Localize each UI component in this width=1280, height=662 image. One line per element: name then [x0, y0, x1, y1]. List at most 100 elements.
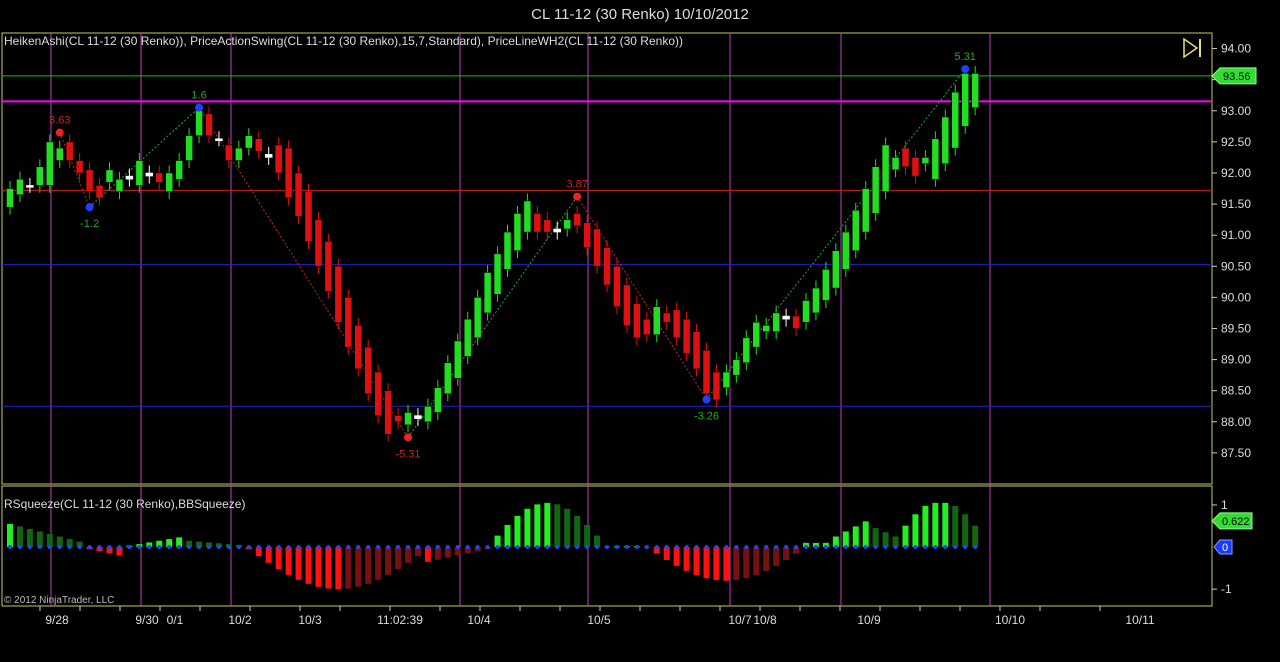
squeeze-dot: [475, 545, 480, 550]
squeeze-dot: [77, 545, 82, 550]
squeeze-bar: [922, 505, 929, 548]
candle-body: [931, 138, 940, 180]
squeeze-dot: [246, 545, 251, 550]
squeeze-bar: [265, 547, 272, 563]
squeeze-dot: [87, 545, 92, 550]
x-tick-label: 10/4: [467, 613, 491, 627]
squeeze-dot: [107, 545, 112, 550]
squeeze-bar: [842, 531, 849, 548]
candle-body: [364, 346, 372, 395]
squeeze-bar: [912, 514, 919, 548]
candle-body: [105, 169, 114, 183]
candle-body: [434, 387, 442, 413]
x-tick-label: 10/3: [298, 613, 322, 627]
candle-body: [503, 231, 512, 270]
squeeze-dot: [644, 545, 649, 550]
skip-to-end-icon[interactable]: [1183, 37, 1201, 59]
squeeze-dot: [654, 545, 659, 550]
candle-body: [334, 266, 343, 323]
squeeze-dot: [396, 545, 401, 550]
squeeze-bar: [335, 547, 342, 590]
squeeze-dot: [784, 545, 789, 550]
candle-body: [454, 340, 462, 379]
candle-body: [264, 154, 273, 158]
squeeze-value-tag-text: 0.622: [1222, 516, 1250, 528]
candle-body: [255, 138, 263, 152]
squeeze-bar: [703, 547, 710, 579]
squeeze-dot: [137, 545, 142, 550]
squeeze-dot: [823, 545, 828, 550]
squeeze-bar: [693, 547, 700, 576]
candle-body: [941, 116, 950, 164]
candle-body: [26, 185, 34, 188]
x-tick-label: 11:02:39: [377, 613, 423, 627]
candle-body: [911, 157, 920, 177]
candle-body: [314, 219, 323, 267]
squeeze-bar: [862, 521, 869, 548]
squeeze-dot: [187, 545, 192, 550]
candle-body: [553, 228, 561, 233]
squeeze-dot: [157, 545, 162, 550]
copyright-text: © 2012 NinjaTrader, LLC: [4, 595, 114, 606]
squeeze-dot: [435, 545, 440, 550]
candle-body: [881, 144, 890, 192]
x-tick-label: 10/10: [995, 613, 1025, 627]
candle-body: [523, 200, 532, 233]
candle-body: [662, 312, 671, 323]
squeeze-bar: [285, 547, 292, 575]
squeeze-dot: [774, 545, 779, 550]
squeeze-dot: [17, 545, 22, 550]
candle-body: [832, 250, 840, 289]
swing-zigzag-line: [59, 132, 91, 208]
candle-body: [284, 147, 293, 199]
swing-point: [195, 103, 204, 112]
candle-body: [414, 415, 422, 419]
candle-body: [85, 169, 94, 192]
squeeze-dot: [316, 545, 321, 550]
squeeze-bar: [405, 547, 411, 563]
candle-body: [36, 166, 44, 186]
squeeze-dot: [197, 545, 202, 550]
squeeze-bar: [305, 547, 312, 584]
candle-body: [115, 178, 124, 192]
squeeze-dot: [953, 545, 958, 550]
squeeze-dot: [266, 545, 271, 550]
swing-label: 3.63: [49, 115, 70, 127]
squeeze-bar: [385, 547, 392, 575]
squeeze-dot: [634, 545, 639, 550]
price-indicator-label: HeikenAshi(CL 11-12 (30 Renko)), PriceAc…: [4, 34, 683, 48]
candle-body: [692, 331, 701, 370]
squeeze-bar: [932, 502, 939, 548]
swing-point: [404, 433, 412, 442]
candle-body: [643, 318, 651, 335]
squeeze-dot: [147, 545, 152, 550]
y-tick-label: 93.00: [1221, 104, 1251, 118]
squeeze-dot: [605, 545, 609, 550]
candle-body: [394, 415, 402, 423]
y-tick-label: 92.00: [1221, 166, 1251, 180]
squeeze-bar: [534, 504, 541, 548]
candle-body: [354, 325, 362, 370]
candle-body: [65, 141, 74, 161]
squeeze-dot: [326, 545, 331, 550]
candle-body: [215, 138, 223, 142]
squeeze-bar: [882, 532, 889, 548]
candle-body: [205, 113, 213, 136]
candle-body: [374, 371, 382, 416]
squeeze-dot: [27, 545, 32, 550]
squeeze-dot: [575, 545, 580, 550]
candle-body: [75, 160, 84, 174]
candle-body: [185, 135, 193, 161]
candle-body: [46, 141, 54, 186]
squeeze-bar: [972, 525, 979, 548]
candle-body: [444, 362, 452, 395]
squeeze-dot: [167, 545, 172, 550]
squeeze-dot: [843, 545, 848, 550]
squeeze-dot: [515, 545, 520, 550]
candle-body: [95, 185, 104, 199]
squeeze-dot: [863, 545, 868, 550]
swing-point: [55, 128, 64, 137]
candle-body: [165, 172, 173, 192]
squeeze-dot: [614, 545, 619, 550]
chart-canvas[interactable]: 94.0093.5093.0092.5092.0091.5091.0090.50…: [0, 0, 1280, 662]
